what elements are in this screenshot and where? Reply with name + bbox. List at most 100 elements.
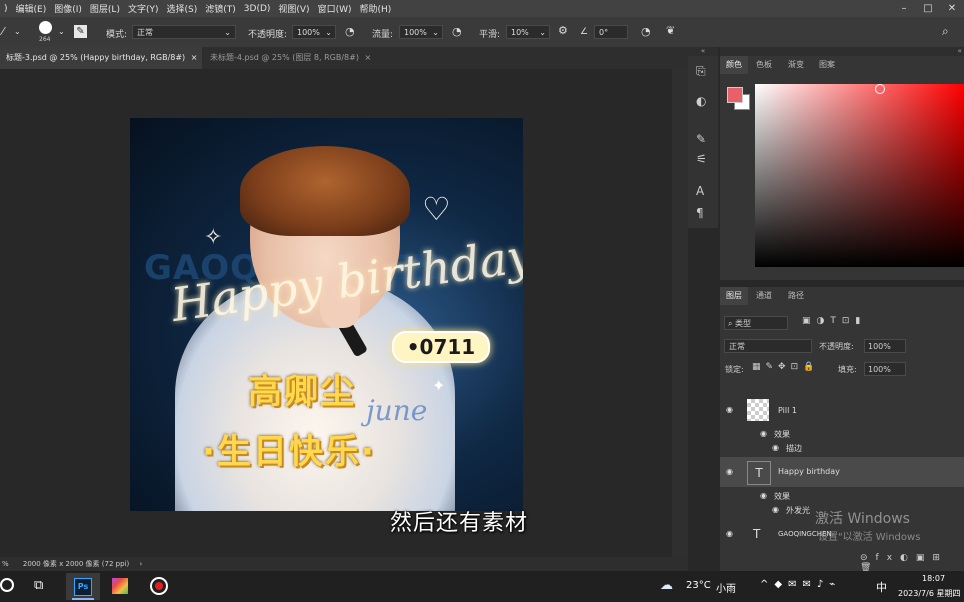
ime-indicator[interactable]: 中 — [876, 579, 887, 595]
layer-opacity-label: 不透明度: — [819, 342, 854, 351]
tab-paths[interactable]: 路径 — [782, 287, 810, 305]
menu-window[interactable]: 窗口(W) — [314, 2, 356, 15]
weather-desc[interactable]: 小雨 — [716, 580, 736, 595]
search-icon[interactable]: ⌕ — [942, 25, 949, 37]
lock-icons[interactable]: ▦✎✥⊡🔒 — [752, 362, 819, 372]
tab-color[interactable]: 颜色 — [720, 56, 748, 74]
mode-select[interactable]: 正常 ⌄ — [132, 25, 236, 39]
layer-actions[interactable]: ⊝fx◐▣⊞🗑 — [860, 553, 964, 573]
layer-opacity-field[interactable]: 100% — [864, 339, 906, 353]
tab-patterns[interactable]: 图案 — [813, 56, 841, 74]
tab-document-3[interactable]: 标题-3.psd @ 25% (Happy birthday, RGB/8#) … — [0, 47, 202, 69]
date-badge: •0711 — [392, 331, 490, 363]
menu-layer[interactable]: 图层(L) — [86, 2, 124, 15]
vertical-scrollbar[interactable] — [672, 69, 688, 557]
archive-app-icon[interactable] — [112, 578, 128, 594]
opacity-field[interactable]: 100% ⌄ — [292, 25, 336, 39]
search-icon[interactable] — [0, 578, 14, 592]
layer-filter-icons[interactable]: ▣◑T⊡▮ — [802, 316, 866, 326]
history-icon[interactable]: ⎘ — [696, 64, 706, 79]
brush-panel-icon[interactable]: ✎ — [74, 25, 87, 38]
paragraph-icon[interactable]: ¶ — [696, 206, 704, 220]
collapse-icon[interactable]: « — [720, 47, 964, 56]
layer-effect-row[interactable]: ◉ 描边 — [720, 443, 964, 455]
close-icon[interactable]: × — [191, 53, 198, 62]
collapse-icon[interactable]: « — [688, 47, 718, 56]
color-picker-cursor[interactable] — [875, 84, 885, 94]
layer-filter-select[interactable]: ⌕ 类型 — [724, 316, 788, 330]
photoshop-taskbar-item[interactable]: Ps — [66, 573, 100, 600]
menu-left-fragment[interactable]: ) — [0, 4, 12, 14]
menu-3d[interactable]: 3D(D) — [240, 4, 275, 14]
blend-mode-select[interactable]: 正常 — [724, 339, 812, 353]
document-info[interactable]: 2000 像素 x 2000 像素 (72 ppi) — [23, 560, 129, 568]
clock-time[interactable]: 18:07 — [922, 574, 945, 583]
artwork-canvas[interactable]: GAOQINGCHEN Happy birthday ✧ ♡ ✦ •0711 高… — [130, 118, 523, 511]
tab-document-4[interactable]: 未标题-4.psd @ 25% (图层 8, RGB/8#) × — [204, 47, 377, 69]
adjustments-icon[interactable]: ◐ — [696, 94, 706, 108]
close-button[interactable]: ✕ — [940, 0, 964, 17]
clock-date[interactable]: 2023/7/6 星期四 — [898, 588, 960, 599]
record-app-icon[interactable] — [150, 577, 168, 595]
angle-field[interactable]: 0° — [594, 25, 628, 39]
eye-icon[interactable]: ◉ — [760, 491, 767, 500]
airbrush-icon[interactable]: ◔ — [452, 26, 462, 38]
fill-field[interactable]: 100% — [864, 362, 906, 376]
status-bar: % 2000 像素 x 2000 像素 (72 ppi) › — [0, 557, 688, 571]
pressure-opacity-icon[interactable]: ◔ — [345, 26, 355, 38]
menu-image[interactable]: 图像(I) — [50, 2, 86, 15]
tab-swatches[interactable]: 色板 — [750, 56, 778, 74]
menu-type[interactable]: 文字(Y) — [124, 2, 163, 15]
tab-gradients[interactable]: 渐变 — [782, 56, 810, 74]
chevron-right-icon[interactable]: › — [139, 560, 142, 568]
layer-effects-row[interactable]: ◉ 效果 — [720, 429, 964, 441]
color-picker-field[interactable] — [755, 84, 964, 267]
weather-temp[interactable]: 23°C — [686, 580, 711, 591]
task-view-icon[interactable]: ⧉ — [34, 578, 43, 593]
symmetry-icon[interactable]: ❦ — [666, 25, 675, 37]
brush-tool-icon[interactable]: ⁄ — [2, 26, 4, 38]
tab-channels[interactable]: 通道 — [750, 287, 778, 305]
flow-field[interactable]: 100% ⌄ — [399, 25, 443, 39]
close-icon[interactable]: × — [365, 53, 372, 62]
minimize-button[interactable]: – — [892, 0, 916, 17]
foreground-color-swatch[interactable] — [727, 87, 743, 103]
layer-row-selected[interactable]: ◉ T Happy birthday — [720, 457, 964, 487]
options-bar: ⁄ ⌄ 264 ⌄ ✎ 模式: 正常 ⌄ 不透明度: 100% ⌄ ◔ 流量: 10… — [0, 17, 964, 48]
chevron-down-icon[interactable]: ⌄ — [14, 26, 21, 38]
menu-help[interactable]: 帮助(H) — [356, 2, 396, 15]
brush-size: 264 — [39, 36, 51, 43]
maximize-button[interactable]: □ — [916, 0, 940, 17]
brush-icon[interactable]: ✎ — [696, 132, 706, 146]
eye-icon[interactable]: ◉ — [726, 405, 733, 414]
angle-value: 0° — [599, 28, 609, 37]
menu-edit[interactable]: 编辑(E) — [12, 2, 51, 15]
cloud-rain-icon[interactable]: ☁ — [660, 578, 673, 593]
pressure-size-icon[interactable]: ◔ — [641, 26, 651, 38]
system-tray-icons[interactable]: ^◆✉✉♪⌁ — [760, 579, 841, 590]
brush-settings-icon[interactable]: ⚟ — [696, 152, 707, 166]
eye-icon[interactable]: ◉ — [726, 467, 733, 476]
eye-icon[interactable]: ◉ — [772, 505, 779, 514]
document-tabs: 标题-3.psd @ 25% (Happy birthday, RGB/8#) … — [0, 47, 688, 69]
tab-layers[interactable]: 图层 — [720, 287, 748, 305]
menu-select[interactable]: 选择(S) — [163, 2, 202, 15]
chevron-down-icon[interactable]: ⌄ — [58, 26, 65, 38]
smooth-field[interactable]: 10% ⌄ — [506, 25, 550, 39]
fill-value: 100% — [868, 365, 891, 374]
eye-icon[interactable]: ◉ — [760, 429, 767, 438]
menu-filter[interactable]: 滤镜(T) — [201, 2, 240, 15]
tab-label: 未标题-4.psd @ 25% (图层 8, RGB/8#) — [210, 53, 359, 62]
mode-label: 模式: — [106, 30, 128, 40]
brush-preview[interactable] — [39, 21, 52, 34]
panel-tools-column: ⎘ ◐ ✎ ⚟ A ¶ — [688, 56, 718, 228]
layer-row[interactable]: ◉ Pill 1 — [720, 393, 964, 427]
flow-value: 100% — [404, 28, 427, 37]
character-icon[interactable]: A — [696, 184, 704, 198]
eye-icon[interactable]: ◉ — [772, 443, 779, 452]
gear-icon[interactable]: ⚙ — [558, 25, 568, 37]
eye-icon[interactable]: ◉ — [726, 529, 733, 538]
zoom-value[interactable]: % — [2, 560, 9, 568]
layer-effects-row[interactable]: ◉ 效果 — [720, 491, 964, 503]
menu-view[interactable]: 视图(V) — [274, 2, 313, 15]
